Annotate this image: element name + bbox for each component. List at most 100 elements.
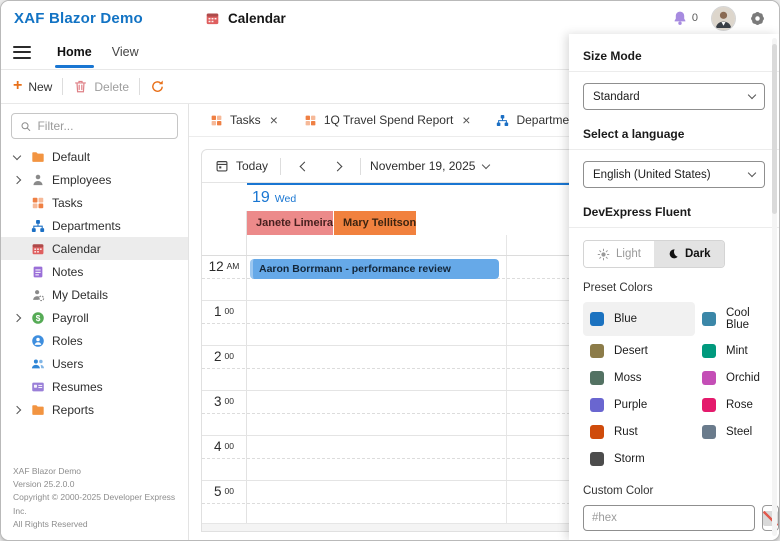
settings-gear-icon[interactable] [749, 10, 766, 27]
sidebar-item-icon [31, 288, 45, 302]
nav-tab-label: View [112, 45, 139, 59]
document-tab-icon [304, 114, 317, 127]
preset-color-option[interactable]: Blue [583, 302, 695, 336]
panel-scrollbar-thumb[interactable] [772, 44, 777, 214]
preset-color-option[interactable]: Rose [695, 393, 767, 417]
sidebar-item[interactable]: Tasks [1, 191, 188, 214]
refresh-icon[interactable] [150, 79, 165, 94]
action-toolbar: + New Delete [1, 70, 569, 104]
hour-number: 4 [214, 440, 222, 480]
appointment[interactable]: Aaron Borrmann - performance review [250, 259, 499, 279]
preset-color-option[interactable]: Moss [583, 366, 695, 390]
document-tab[interactable]: 1Q Travel Spend Report × [291, 104, 484, 136]
delete-button[interactable]: Delete [73, 79, 129, 94]
preset-color-option[interactable]: Desert [583, 339, 695, 363]
preset-color-option[interactable]: Storm [583, 447, 695, 471]
dark-mode-button[interactable]: Dark [654, 241, 724, 267]
sidebar: Default Employees Tasks Depar [1, 104, 189, 540]
sidebar-item-icon [31, 219, 45, 233]
plus-icon: + [13, 78, 22, 94]
preset-color-option[interactable]: Rust [583, 420, 695, 444]
preset-color-option[interactable]: Mint [695, 339, 767, 363]
color-swatch [590, 425, 604, 439]
document-tab[interactable]: Tasks × [197, 104, 291, 136]
document-tab-icon [496, 114, 509, 127]
sidebar-item[interactable]: Resumes [1, 375, 188, 398]
panel-scrollbar[interactable] [772, 38, 777, 536]
chevron-down-icon [748, 91, 756, 99]
sidebar-item[interactable]: Departments [1, 214, 188, 237]
custom-color-row [583, 505, 765, 531]
language-select[interactable]: English (United States) [583, 161, 765, 188]
sidebar-item[interactable]: Reports [1, 398, 188, 421]
avatar[interactable] [711, 6, 736, 31]
sidebar-item[interactable]: Calendar [1, 237, 188, 260]
day-name: Wed [275, 193, 296, 205]
document-tab-icon [210, 114, 223, 127]
new-button[interactable]: + New [13, 80, 52, 94]
close-tab-icon[interactable]: × [270, 113, 278, 127]
color-name: Blue [614, 313, 637, 325]
hour-number: 3 [214, 395, 222, 435]
color-name: Purple [614, 399, 647, 411]
sidebar-item-icon [31, 150, 45, 164]
expand-chevron-icon[interactable] [13, 175, 21, 183]
nav-tab[interactable]: View [102, 35, 149, 70]
color-name: Rust [614, 426, 638, 438]
prev-day-button[interactable] [290, 154, 316, 178]
color-name: Mint [726, 345, 748, 357]
sidebar-item[interactable]: Notes [1, 260, 188, 283]
sidebar-item-label: My Details [52, 288, 108, 302]
size-mode-select[interactable]: Standard [583, 83, 765, 110]
sidebar-item-label: Employees [52, 173, 111, 187]
preset-color-option[interactable]: Orchid [695, 366, 767, 390]
sidebar-item[interactable]: Default [1, 145, 188, 168]
time-gutter-allday [202, 235, 247, 255]
allday-cell[interactable] [247, 235, 507, 255]
notifications-button[interactable]: 0 [672, 10, 698, 26]
nav-tab-label: Home [57, 45, 92, 59]
preset-color-option[interactable]: Purple [583, 393, 695, 417]
bell-icon [672, 10, 688, 26]
hex-color-input[interactable] [583, 505, 755, 531]
size-mode-heading: Size Mode [569, 38, 779, 72]
color-swatch [702, 371, 716, 385]
time-gutter-header [202, 211, 247, 235]
sidebar-item[interactable]: Employees [1, 168, 188, 191]
custom-color-label: Custom Color [583, 485, 765, 497]
sidebar-item[interactable]: Payroll [1, 306, 188, 329]
resource-header[interactable]: Mary Tellitson [334, 211, 417, 235]
app-logo[interactable]: XAF Blazor Demo [14, 10, 143, 27]
resource-header[interactable]: Janete Limeira [247, 211, 334, 235]
sidebar-item[interactable]: Users [1, 352, 188, 375]
date-selector[interactable]: November 19, 2025 [370, 159, 489, 173]
color-name: Rose [726, 399, 753, 411]
close-tab-icon[interactable]: × [462, 113, 470, 127]
filter-input[interactable] [37, 119, 169, 133]
expand-chevron-icon[interactable] [13, 405, 21, 413]
color-swatch [702, 312, 716, 326]
hour-number: 2 [214, 350, 222, 390]
today-button-label: Today [236, 159, 268, 173]
view-title-text: Calendar [228, 11, 286, 26]
hour-minutes: 00 [225, 306, 234, 345]
new-button-label: New [28, 80, 52, 94]
day-number: 19 [252, 189, 270, 207]
color-name: Steel [726, 426, 752, 438]
light-mode-button[interactable]: Light [584, 241, 654, 267]
hamburger-menu-icon[interactable] [13, 46, 31, 59]
preset-color-option[interactable]: Steel [695, 420, 767, 444]
sidebar-item[interactable]: Roles [1, 329, 188, 352]
sidebar-item-label: Reports [52, 403, 94, 417]
sidebar-item-label: Departments [52, 219, 121, 233]
preset-color-option[interactable]: Cool Blue [695, 302, 767, 336]
next-day-button[interactable] [325, 154, 351, 178]
today-button[interactable]: Today [212, 159, 271, 173]
expand-chevron-icon[interactable] [13, 313, 21, 321]
sidebar-item-icon [31, 196, 45, 210]
expand-chevron-icon[interactable] [13, 151, 21, 159]
sidebar-item[interactable]: My Details [1, 283, 188, 306]
hour-minutes: AM [227, 261, 240, 300]
nav-tab[interactable]: Home [47, 35, 102, 70]
app-header: XAF Blazor Demo Calendar 0 [1, 1, 779, 35]
